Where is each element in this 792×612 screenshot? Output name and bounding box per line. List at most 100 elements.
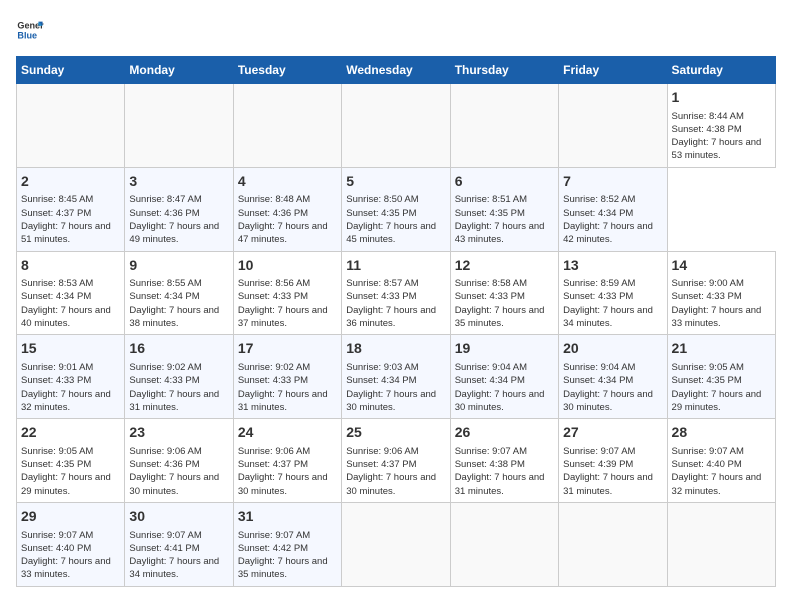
calendar-body: 1Sunrise: 8:44 AMSunset: 4:38 PMDaylight… (17, 84, 776, 587)
day-info: Sunrise: 9:03 AMSunset: 4:34 PMDaylight:… (346, 361, 445, 414)
day-info: Sunrise: 9:06 AMSunset: 4:37 PMDaylight:… (238, 445, 337, 498)
calendar-cell: 12Sunrise: 8:58 AMSunset: 4:33 PMDayligh… (450, 251, 558, 335)
day-number: 4 (238, 172, 337, 192)
calendar-cell (342, 84, 450, 168)
day-number: 16 (129, 339, 228, 359)
calendar-cell (559, 502, 667, 586)
day-info: Sunrise: 8:50 AMSunset: 4:35 PMDaylight:… (346, 193, 445, 246)
day-info: Sunrise: 8:59 AMSunset: 4:33 PMDaylight:… (563, 277, 662, 330)
logo: General Blue (16, 16, 44, 44)
calendar-cell: 2Sunrise: 8:45 AMSunset: 4:37 PMDaylight… (17, 167, 125, 251)
day-number: 11 (346, 256, 445, 276)
calendar-cell: 16Sunrise: 9:02 AMSunset: 4:33 PMDayligh… (125, 335, 233, 419)
calendar-header-row: SundayMondayTuesdayWednesdayThursdayFrid… (17, 57, 776, 84)
calendar-cell: 20Sunrise: 9:04 AMSunset: 4:34 PMDayligh… (559, 335, 667, 419)
day-info: Sunrise: 9:07 AMSunset: 4:39 PMDaylight:… (563, 445, 662, 498)
calendar-cell (559, 84, 667, 168)
day-number: 25 (346, 423, 445, 443)
calendar-cell: 15Sunrise: 9:01 AMSunset: 4:33 PMDayligh… (17, 335, 125, 419)
day-number: 18 (346, 339, 445, 359)
day-info: Sunrise: 9:00 AMSunset: 4:33 PMDaylight:… (672, 277, 771, 330)
calendar-cell: 24Sunrise: 9:06 AMSunset: 4:37 PMDayligh… (233, 419, 341, 503)
day-number: 2 (21, 172, 120, 192)
header-thursday: Thursday (450, 57, 558, 84)
calendar-cell: 1Sunrise: 8:44 AMSunset: 4:38 PMDaylight… (667, 84, 775, 168)
day-number: 22 (21, 423, 120, 443)
calendar-cell: 8Sunrise: 8:53 AMSunset: 4:34 PMDaylight… (17, 251, 125, 335)
day-number: 24 (238, 423, 337, 443)
day-info: Sunrise: 9:07 AMSunset: 4:40 PMDaylight:… (672, 445, 771, 498)
day-number: 6 (455, 172, 554, 192)
day-info: Sunrise: 9:07 AMSunset: 4:38 PMDaylight:… (455, 445, 554, 498)
header-sunday: Sunday (17, 57, 125, 84)
calendar-cell: 27Sunrise: 9:07 AMSunset: 4:39 PMDayligh… (559, 419, 667, 503)
day-info: Sunrise: 9:02 AMSunset: 4:33 PMDaylight:… (129, 361, 228, 414)
day-number: 1 (672, 88, 771, 108)
day-number: 23 (129, 423, 228, 443)
header-friday: Friday (559, 57, 667, 84)
day-info: Sunrise: 9:07 AMSunset: 4:40 PMDaylight:… (21, 529, 120, 582)
calendar-week-row: 22Sunrise: 9:05 AMSunset: 4:35 PMDayligh… (17, 419, 776, 503)
calendar-table: SundayMondayTuesdayWednesdayThursdayFrid… (16, 56, 776, 587)
day-info: Sunrise: 9:01 AMSunset: 4:33 PMDaylight:… (21, 361, 120, 414)
calendar-cell: 9Sunrise: 8:55 AMSunset: 4:34 PMDaylight… (125, 251, 233, 335)
day-number: 10 (238, 256, 337, 276)
day-number: 31 (238, 507, 337, 527)
day-number: 28 (672, 423, 771, 443)
logo-icon: General Blue (16, 16, 44, 44)
day-number: 8 (21, 256, 120, 276)
day-info: Sunrise: 8:53 AMSunset: 4:34 PMDaylight:… (21, 277, 120, 330)
day-info: Sunrise: 8:45 AMSunset: 4:37 PMDaylight:… (21, 193, 120, 246)
calendar-cell: 19Sunrise: 9:04 AMSunset: 4:34 PMDayligh… (450, 335, 558, 419)
day-info: Sunrise: 9:07 AMSunset: 4:42 PMDaylight:… (238, 529, 337, 582)
day-number: 14 (672, 256, 771, 276)
calendar-cell: 30Sunrise: 9:07 AMSunset: 4:41 PMDayligh… (125, 502, 233, 586)
calendar-cell: 14Sunrise: 9:00 AMSunset: 4:33 PMDayligh… (667, 251, 775, 335)
day-number: 29 (21, 507, 120, 527)
day-info: Sunrise: 8:57 AMSunset: 4:33 PMDaylight:… (346, 277, 445, 330)
day-info: Sunrise: 9:07 AMSunset: 4:41 PMDaylight:… (129, 529, 228, 582)
calendar-cell: 13Sunrise: 8:59 AMSunset: 4:33 PMDayligh… (559, 251, 667, 335)
day-info: Sunrise: 8:56 AMSunset: 4:33 PMDaylight:… (238, 277, 337, 330)
calendar-cell: 21Sunrise: 9:05 AMSunset: 4:35 PMDayligh… (667, 335, 775, 419)
calendar-cell: 4Sunrise: 8:48 AMSunset: 4:36 PMDaylight… (233, 167, 341, 251)
day-number: 13 (563, 256, 662, 276)
calendar-cell (17, 84, 125, 168)
day-info: Sunrise: 8:51 AMSunset: 4:35 PMDaylight:… (455, 193, 554, 246)
day-number: 26 (455, 423, 554, 443)
calendar-cell (233, 84, 341, 168)
header-monday: Monday (125, 57, 233, 84)
calendar-week-row: 2Sunrise: 8:45 AMSunset: 4:37 PMDaylight… (17, 167, 776, 251)
day-number: 17 (238, 339, 337, 359)
calendar-cell: 10Sunrise: 8:56 AMSunset: 4:33 PMDayligh… (233, 251, 341, 335)
day-info: Sunrise: 9:06 AMSunset: 4:36 PMDaylight:… (129, 445, 228, 498)
calendar-cell: 6Sunrise: 8:51 AMSunset: 4:35 PMDaylight… (450, 167, 558, 251)
day-number: 30 (129, 507, 228, 527)
day-number: 9 (129, 256, 228, 276)
day-info: Sunrise: 8:47 AMSunset: 4:36 PMDaylight:… (129, 193, 228, 246)
calendar-cell: 31Sunrise: 9:07 AMSunset: 4:42 PMDayligh… (233, 502, 341, 586)
day-number: 27 (563, 423, 662, 443)
day-info: Sunrise: 9:02 AMSunset: 4:33 PMDaylight:… (238, 361, 337, 414)
day-number: 3 (129, 172, 228, 192)
day-info: Sunrise: 9:04 AMSunset: 4:34 PMDaylight:… (455, 361, 554, 414)
calendar-cell: 11Sunrise: 8:57 AMSunset: 4:33 PMDayligh… (342, 251, 450, 335)
day-info: Sunrise: 8:52 AMSunset: 4:34 PMDaylight:… (563, 193, 662, 246)
calendar-week-row: 1Sunrise: 8:44 AMSunset: 4:38 PMDaylight… (17, 84, 776, 168)
svg-text:Blue: Blue (17, 30, 37, 40)
calendar-week-row: 15Sunrise: 9:01 AMSunset: 4:33 PMDayligh… (17, 335, 776, 419)
calendar-week-row: 8Sunrise: 8:53 AMSunset: 4:34 PMDaylight… (17, 251, 776, 335)
calendar-cell: 3Sunrise: 8:47 AMSunset: 4:36 PMDaylight… (125, 167, 233, 251)
calendar-cell: 23Sunrise: 9:06 AMSunset: 4:36 PMDayligh… (125, 419, 233, 503)
page-header: General Blue (16, 16, 776, 44)
calendar-week-row: 29Sunrise: 9:07 AMSunset: 4:40 PMDayligh… (17, 502, 776, 586)
calendar-cell: 5Sunrise: 8:50 AMSunset: 4:35 PMDaylight… (342, 167, 450, 251)
day-info: Sunrise: 9:04 AMSunset: 4:34 PMDaylight:… (563, 361, 662, 414)
day-info: Sunrise: 9:06 AMSunset: 4:37 PMDaylight:… (346, 445, 445, 498)
calendar-cell: 29Sunrise: 9:07 AMSunset: 4:40 PMDayligh… (17, 502, 125, 586)
day-number: 19 (455, 339, 554, 359)
header-saturday: Saturday (667, 57, 775, 84)
calendar-cell (450, 502, 558, 586)
day-number: 7 (563, 172, 662, 192)
day-number: 21 (672, 339, 771, 359)
